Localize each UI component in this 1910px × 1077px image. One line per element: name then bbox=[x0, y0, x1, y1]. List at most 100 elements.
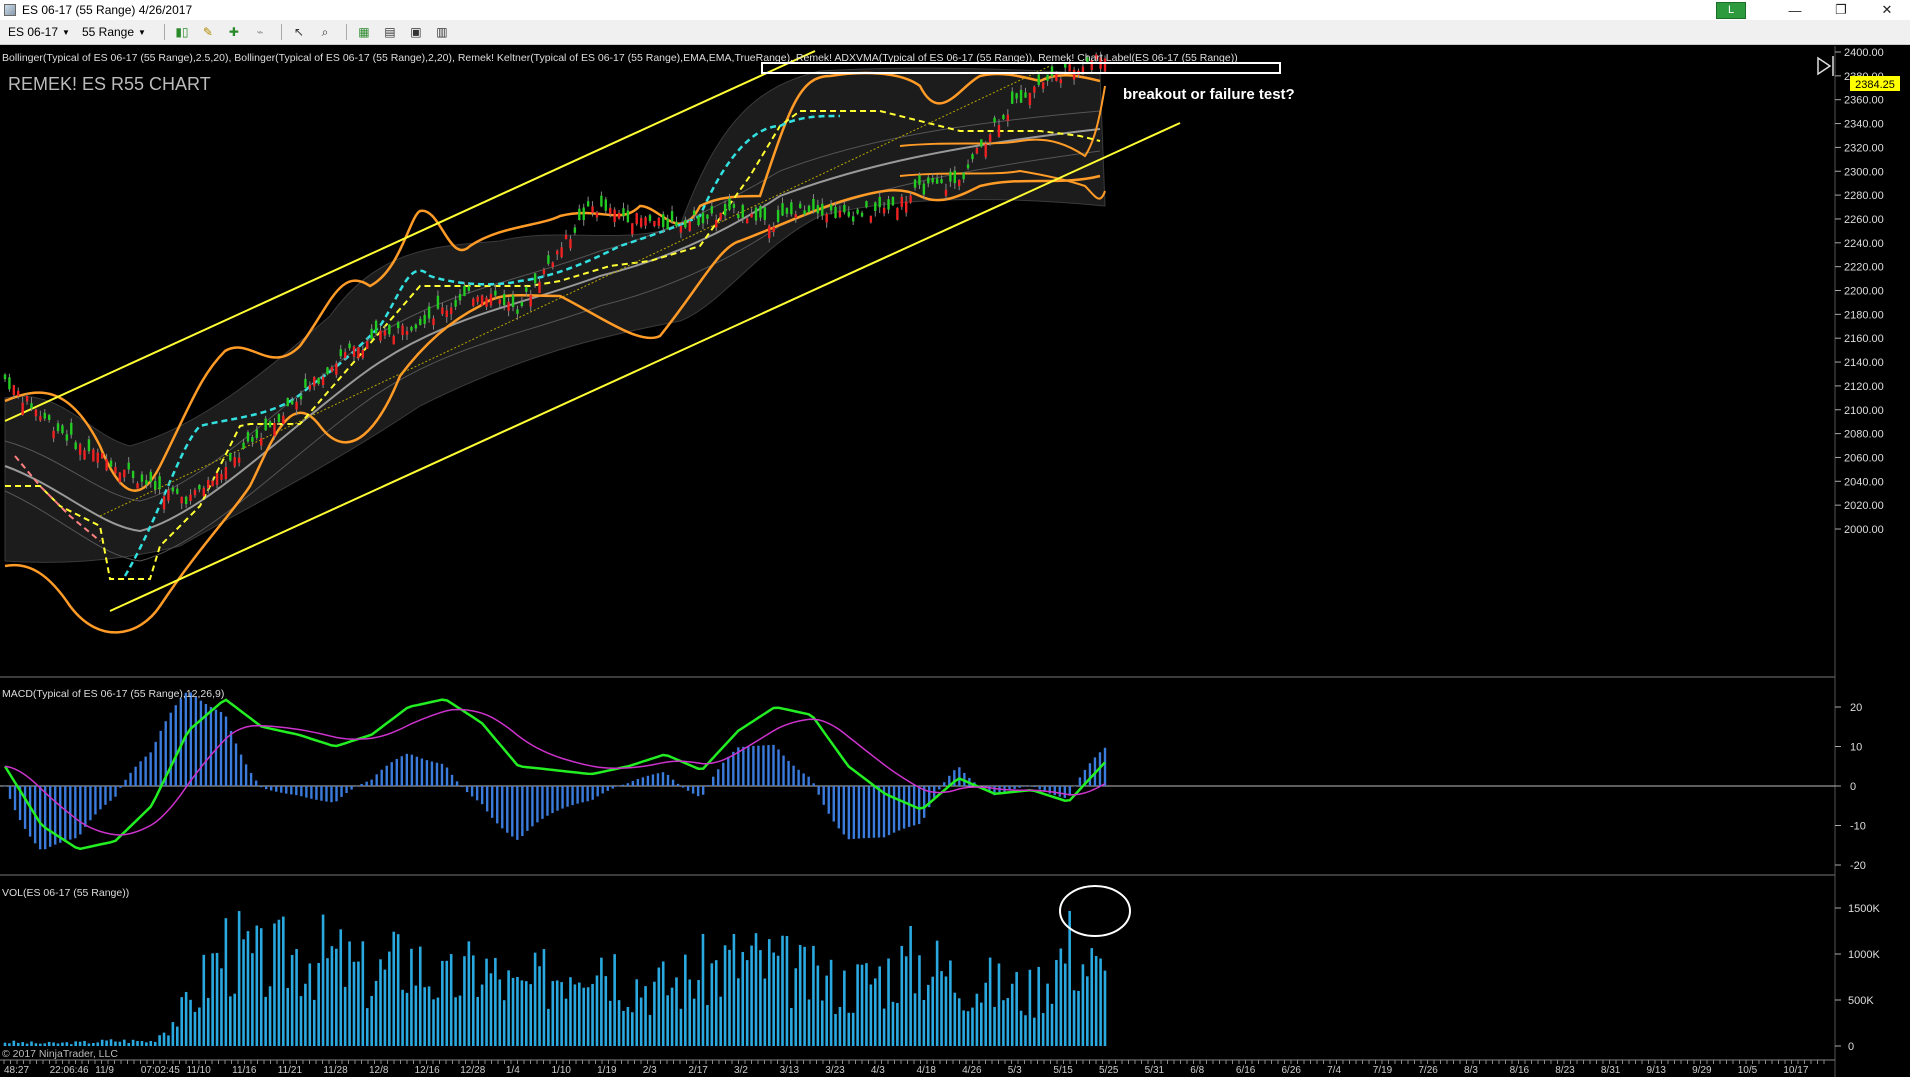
volume-bar bbox=[622, 1010, 625, 1046]
macd-hist-bar bbox=[616, 786, 619, 787]
volume-bar bbox=[52, 1042, 55, 1046]
indicator-icon[interactable]: ✚ bbox=[223, 23, 245, 41]
interval-dropdown[interactable]: 55 Range ▼ bbox=[82, 25, 146, 39]
volume-bar bbox=[794, 968, 798, 1046]
chart-trader-icon[interactable]: ▦ bbox=[353, 23, 375, 41]
candle-body bbox=[997, 124, 1001, 137]
candle-body bbox=[39, 416, 42, 421]
volume-bar bbox=[16, 1042, 20, 1046]
volume-bar bbox=[529, 984, 533, 1046]
price-axis-label: 2360.00 bbox=[1844, 95, 1884, 107]
candle-body bbox=[12, 385, 16, 396]
minimize-button[interactable]: — bbox=[1772, 0, 1818, 20]
candle-body bbox=[988, 134, 992, 143]
price-axis[interactable]: 2400.002380.002360.002340.002320.002300.… bbox=[1835, 47, 1884, 536]
instrument-dropdown[interactable]: ES 06-17 ▼ bbox=[8, 25, 70, 39]
time-axis-label: 5/31 bbox=[1145, 1065, 1165, 1076]
volume-bar bbox=[816, 965, 820, 1046]
instrument-value: ES 06-17 bbox=[8, 25, 59, 39]
volume-bar bbox=[608, 1000, 612, 1046]
candle-body bbox=[441, 307, 444, 315]
candle-body bbox=[61, 425, 64, 434]
snapshot-icon[interactable]: ▣ bbox=[405, 23, 427, 41]
volume-bar bbox=[1094, 956, 1098, 1046]
link-badge[interactable]: L bbox=[1716, 1, 1746, 19]
time-axis[interactable]: 48:27 22:06:46 11/9 07:02:45 11/10 11/16 11/21… bbox=[4, 1065, 1809, 1076]
volume-bar bbox=[975, 993, 979, 1046]
candle-body bbox=[715, 219, 718, 228]
volume-bar bbox=[361, 941, 365, 1046]
bar-style-icon[interactable]: ▮▯ bbox=[171, 23, 193, 41]
volume-bar bbox=[582, 987, 586, 1046]
macd-hist-bar bbox=[842, 786, 846, 835]
zoom-icon[interactable]: ⌕ bbox=[314, 23, 336, 41]
restore-button[interactable]: ❐ bbox=[1818, 0, 1864, 20]
candle-body bbox=[485, 297, 488, 307]
volume-bar bbox=[834, 1013, 837, 1046]
annotation-text[interactable]: breakout or failure test? bbox=[1123, 86, 1295, 103]
candle-body bbox=[70, 422, 73, 435]
close-button[interactable]: ✕ bbox=[1864, 0, 1910, 20]
candle-body bbox=[556, 250, 559, 255]
macd-axis-label: 10 bbox=[1850, 742, 1862, 754]
macd-hist-bar bbox=[661, 772, 665, 786]
volume-bar bbox=[445, 960, 449, 1046]
chart-area[interactable]: 2400.002380.002360.002340.002320.002300.… bbox=[0, 46, 1910, 1077]
macd-axis[interactable]: 20 10 0 -10 -20 bbox=[1835, 702, 1866, 872]
volume-bar bbox=[653, 981, 656, 1046]
volume-bar bbox=[268, 986, 272, 1046]
volume-bar bbox=[158, 1035, 161, 1046]
macd-hist-bar bbox=[264, 786, 268, 790]
macd-hist-bar bbox=[822, 786, 825, 805]
volume-bar bbox=[401, 989, 404, 1046]
macd-hist-bar bbox=[757, 745, 760, 786]
candle-body bbox=[560, 247, 563, 258]
volume-bar bbox=[405, 992, 409, 1046]
volume-bar bbox=[233, 993, 237, 1046]
candle-body bbox=[290, 400, 294, 405]
candle-body bbox=[335, 363, 338, 375]
candle-body bbox=[414, 324, 418, 329]
chevron-down-icon: ▼ bbox=[138, 27, 146, 37]
volume-bar bbox=[273, 923, 276, 1046]
candle-body bbox=[330, 367, 334, 372]
volume-bar bbox=[820, 1000, 824, 1046]
candle-body bbox=[1033, 86, 1036, 93]
macd-hist-bar bbox=[526, 786, 529, 831]
volume-bar bbox=[502, 1000, 506, 1046]
expand-icon[interactable] bbox=[1817, 56, 1834, 76]
macd-hist-bar bbox=[144, 756, 147, 786]
volume-bar bbox=[675, 977, 678, 1046]
volume-bar bbox=[856, 964, 859, 1046]
strategy-icon[interactable]: ⌁ bbox=[249, 23, 271, 41]
macd-hist-bar bbox=[239, 754, 243, 786]
time-axis-label: 1/4 bbox=[506, 1065, 520, 1076]
macd-hist-bar bbox=[787, 760, 790, 786]
candle-body bbox=[741, 204, 744, 218]
volume-bar bbox=[34, 1043, 38, 1046]
chart-canvas[interactable]: 2400.002380.002360.002340.002320.002300.… bbox=[0, 46, 1910, 1077]
macd-hist-bar bbox=[691, 786, 695, 794]
volume-bar bbox=[8, 1043, 11, 1046]
volume-bar bbox=[829, 959, 833, 1046]
volume-bar bbox=[533, 952, 537, 1046]
volume-bar bbox=[202, 954, 206, 1046]
volume-bar bbox=[1081, 964, 1085, 1046]
macd-hist-bar bbox=[887, 786, 891, 836]
cursor-icon[interactable]: ↖ bbox=[288, 23, 310, 41]
candle-body bbox=[467, 286, 471, 291]
macd-hist-bar bbox=[943, 782, 946, 786]
volume-axis[interactable]: 1500K 1000K 500K 0 bbox=[1835, 903, 1880, 1053]
properties-icon[interactable]: ▥ bbox=[431, 23, 453, 41]
time-axis-label: 11/16 bbox=[232, 1065, 257, 1076]
macd-hist-bar bbox=[49, 786, 52, 847]
drawing-pencil-icon[interactable]: ✎ bbox=[197, 23, 219, 41]
candle-body bbox=[308, 385, 312, 390]
macd-hist-bar bbox=[129, 772, 132, 786]
data-box-icon[interactable]: ▤ bbox=[379, 23, 401, 41]
volume-bar bbox=[224, 918, 228, 1046]
candle-body bbox=[419, 319, 422, 325]
volume-bar bbox=[988, 957, 992, 1046]
macd-hist-bar bbox=[872, 786, 876, 838]
candle-body bbox=[47, 415, 51, 420]
